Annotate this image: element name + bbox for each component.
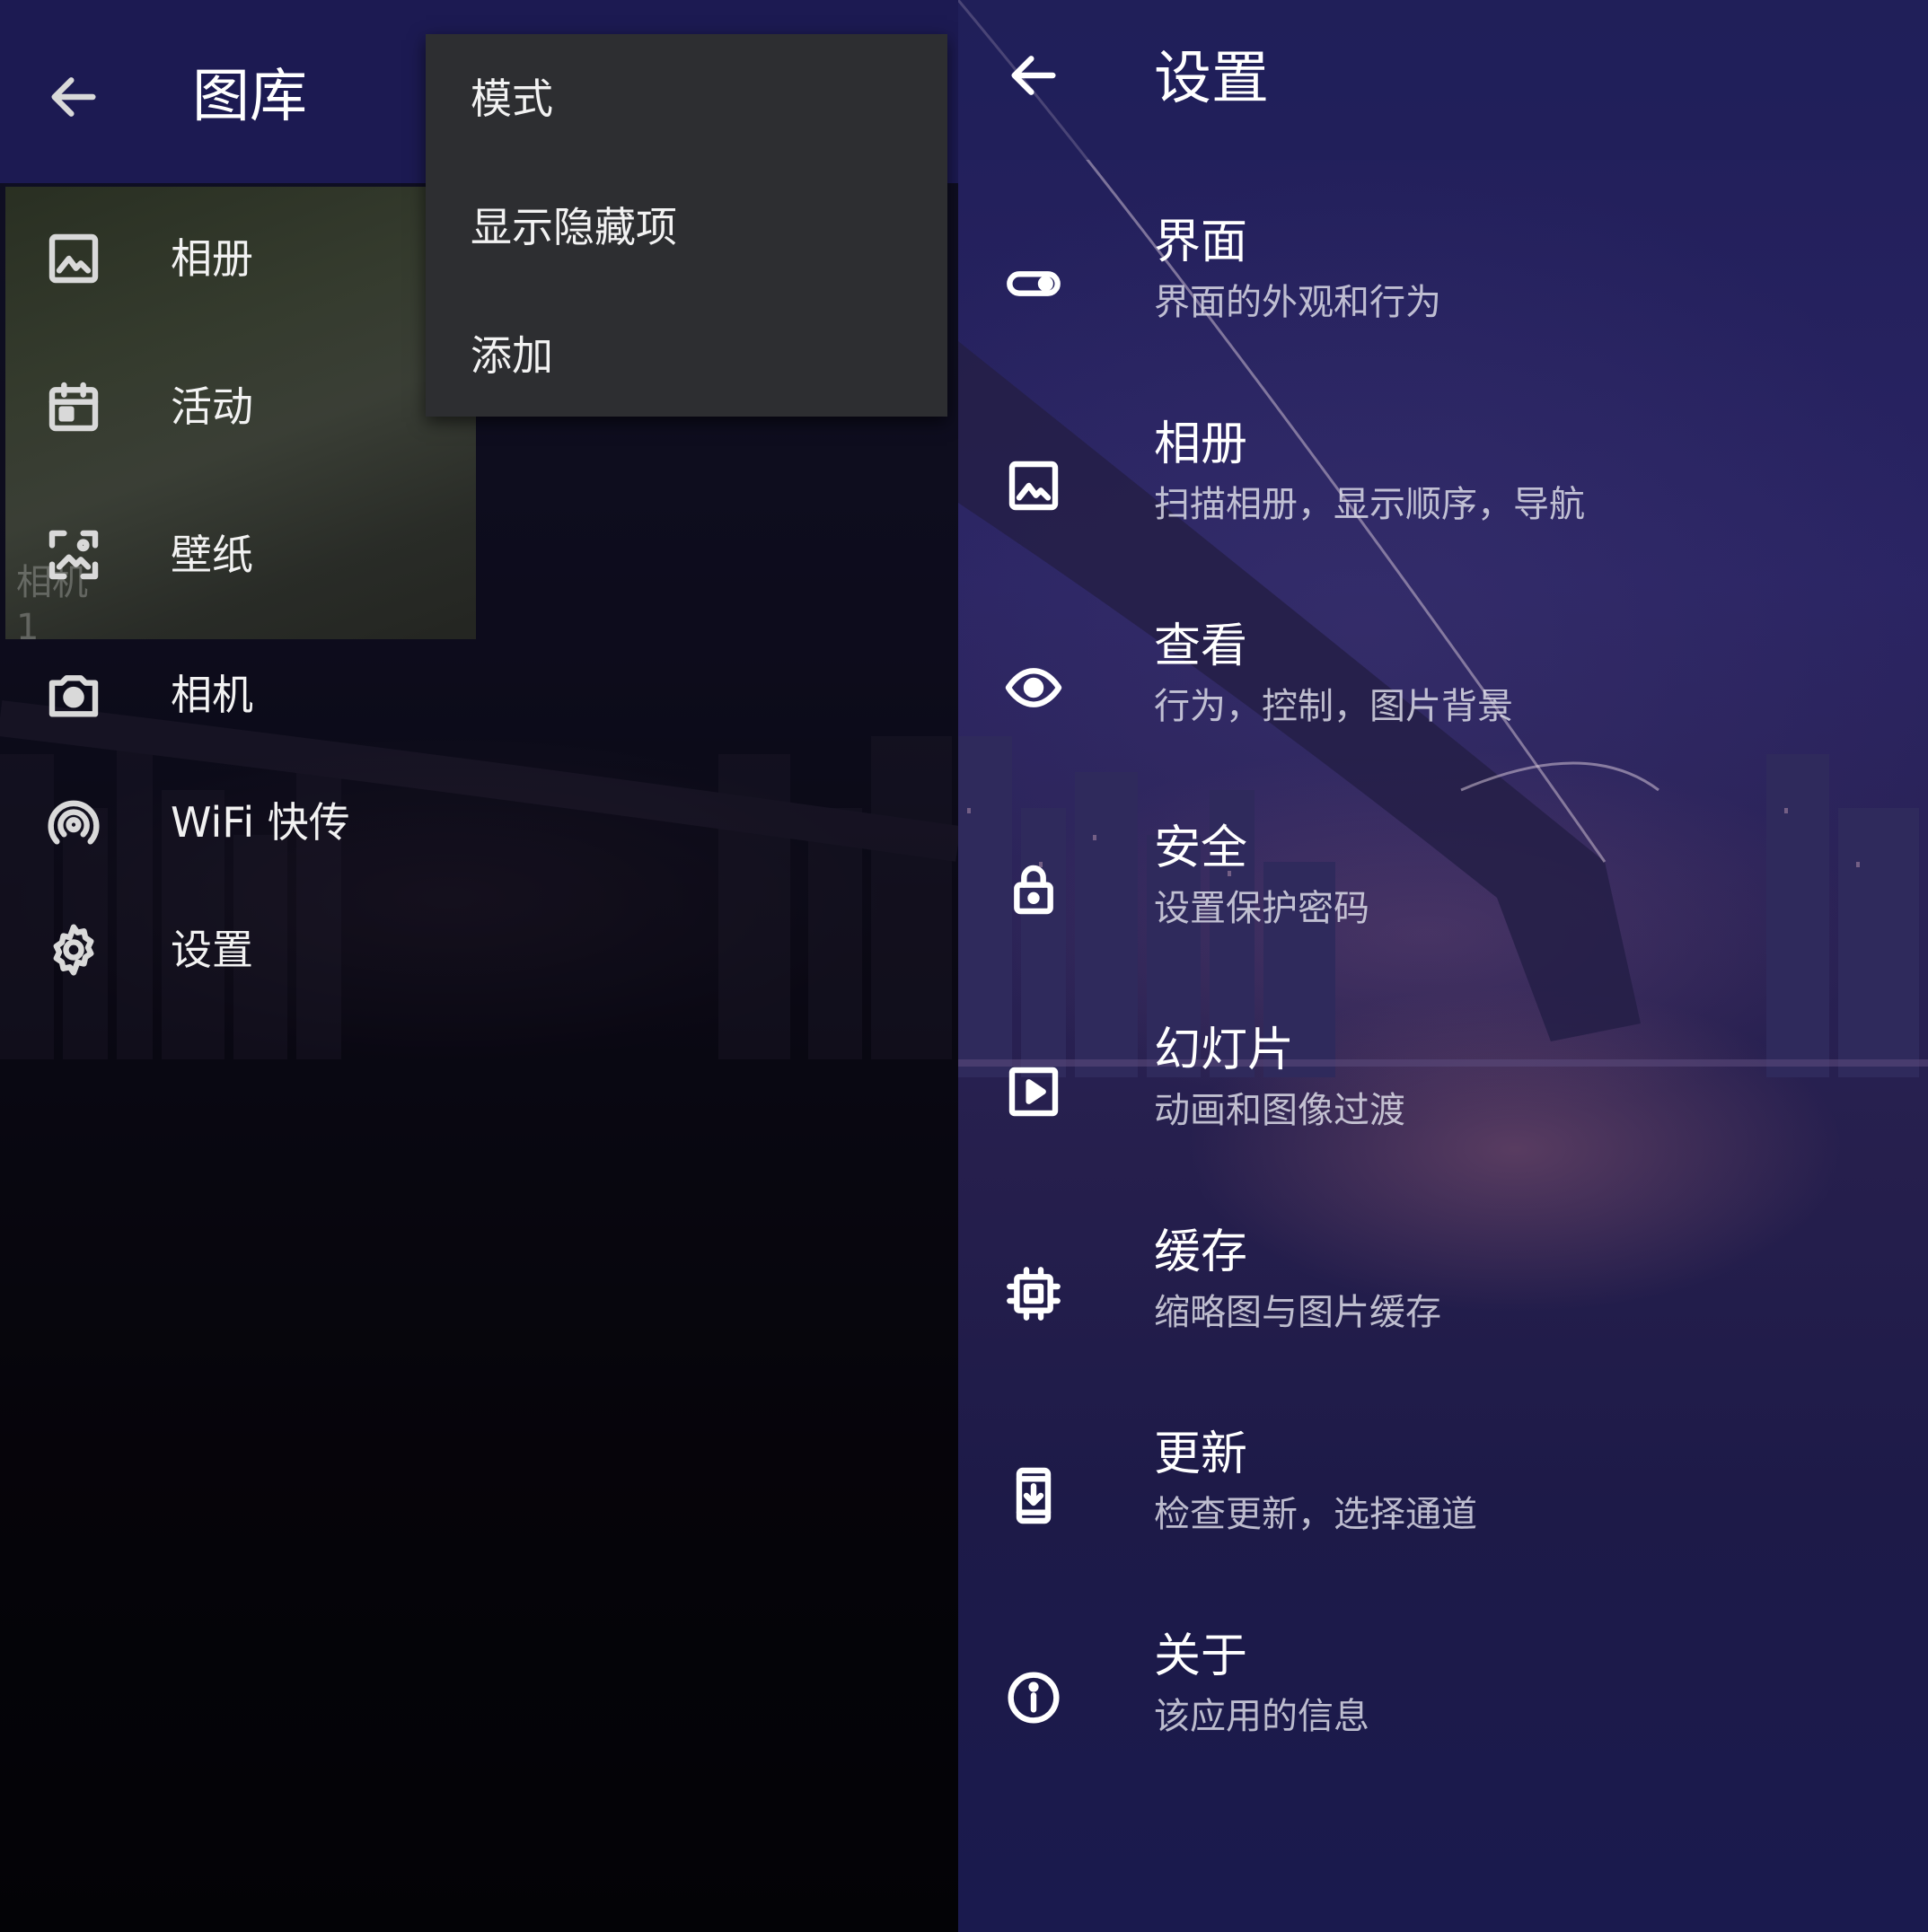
drawer-item-albums[interactable]: 相册 [0, 214, 476, 303]
settings-item-title: 相册 [1154, 417, 1248, 471]
settings-item-update[interactable]: 更新 检查更新，选择通道 [958, 1417, 1928, 1596]
drawer-item-label: 壁纸 [171, 531, 253, 579]
settings-item-subtitle: 检查更新，选择通道 [1154, 1494, 1477, 1535]
settings-item-subtitle: 动画和图像过渡 [1154, 1090, 1405, 1131]
gear-icon [53, 924, 94, 976]
back-arrow-icon[interactable] [1005, 47, 1062, 104]
app-bar: 设置 [958, 0, 1928, 160]
drawer-item-label: WiFi 快传 [171, 798, 350, 847]
image-icon [48, 233, 99, 284]
settings-item-title: 幻灯片 [1154, 1023, 1295, 1077]
image-icon [1008, 461, 1059, 511]
lock-icon [1014, 865, 1053, 915]
settings-item-title: 缓存 [1154, 1225, 1248, 1279]
toggle-icon [1007, 271, 1061, 296]
settings-item-viewer[interactable]: 查看 行为，控制，图片背景 [958, 609, 1928, 788]
calendar-icon [48, 382, 99, 432]
info-icon [1008, 1672, 1060, 1724]
chip-icon [1007, 1267, 1061, 1321]
menu-item-show-hidden[interactable]: 显示隐藏项 [471, 202, 677, 252]
slideshow-icon [1008, 1067, 1059, 1117]
drawer-item-settings[interactable]: 设置 [0, 905, 476, 995]
drawer-item-label: 活动 [171, 382, 253, 431]
settings-item-title: 界面 [1154, 215, 1248, 269]
page-title: 设置 [1154, 46, 1269, 112]
phone-download-icon [1016, 1467, 1052, 1524]
settings-item-subtitle: 界面的外观和行为 [1154, 282, 1441, 323]
settings-item-interface[interactable]: 界面 界面的外观和行为 [958, 205, 1928, 384]
settings-item-slideshow[interactable]: 幻灯片 动画和图像过渡 [958, 1013, 1928, 1192]
drawer-item-label: 相册 [171, 234, 253, 283]
drawer-item-label: 设置 [171, 926, 253, 974]
eye-icon [1005, 668, 1062, 707]
settings-item-cache[interactable]: 缓存 缩略图与图片缓存 [958, 1215, 1928, 1394]
drawer-item-events[interactable]: 活动 [0, 362, 476, 452]
settings-item-title: 关于 [1154, 1629, 1248, 1683]
drawer-item-wallpaper[interactable]: 壁纸 [0, 510, 476, 600]
wallpaper-icon [48, 530, 99, 580]
settings-item-subtitle: 行为，控制，图片背景 [1154, 686, 1513, 727]
menu-item-mode[interactable]: 模式 [471, 74, 553, 124]
settings-item-subtitle: 缩略图与图片缓存 [1154, 1292, 1441, 1333]
gallery-drawer-screen: 图库 相机 1 相册 活动 壁纸 相机 WiFi 快传 设置 模式 显示隐藏项 … [0, 0, 958, 1932]
settings-item-albums[interactable]: 相册 扫描相册，显示顺序，导航 [958, 407, 1928, 586]
album-count: 1 [16, 607, 40, 648]
settings-item-title: 安全 [1154, 821, 1248, 875]
back-arrow-icon[interactable] [45, 68, 102, 126]
menu-item-add[interactable]: 添加 [471, 330, 553, 381]
settings-item-about[interactable]: 关于 该应用的信息 [958, 1619, 1928, 1798]
settings-item-title: 更新 [1154, 1427, 1248, 1481]
drawer-item-wifi-transfer[interactable]: WiFi 快传 [0, 777, 476, 867]
settings-item-subtitle: 该应用的信息 [1154, 1696, 1369, 1737]
wifi-tethering-icon [48, 800, 100, 845]
settings-item-subtitle: 扫描相册，显示顺序，导航 [1154, 484, 1585, 525]
drawer-item-camera[interactable]: 相机 [0, 650, 476, 740]
page-title: 图库 [192, 64, 307, 130]
settings-item-title: 查看 [1154, 619, 1248, 673]
settings-screen: 设置 界面 界面的外观和行为 相册 扫描相册，显示顺序，导航 查看 行为，控制，… [958, 0, 1928, 1932]
settings-item-subtitle: 设置保护密码 [1154, 888, 1369, 929]
overflow-popup-menu: 模式 显示隐藏项 添加 [426, 34, 947, 417]
camera-icon [48, 675, 99, 717]
drawer-item-label: 相机 [171, 671, 253, 719]
settings-item-security[interactable]: 安全 设置保护密码 [958, 811, 1928, 990]
